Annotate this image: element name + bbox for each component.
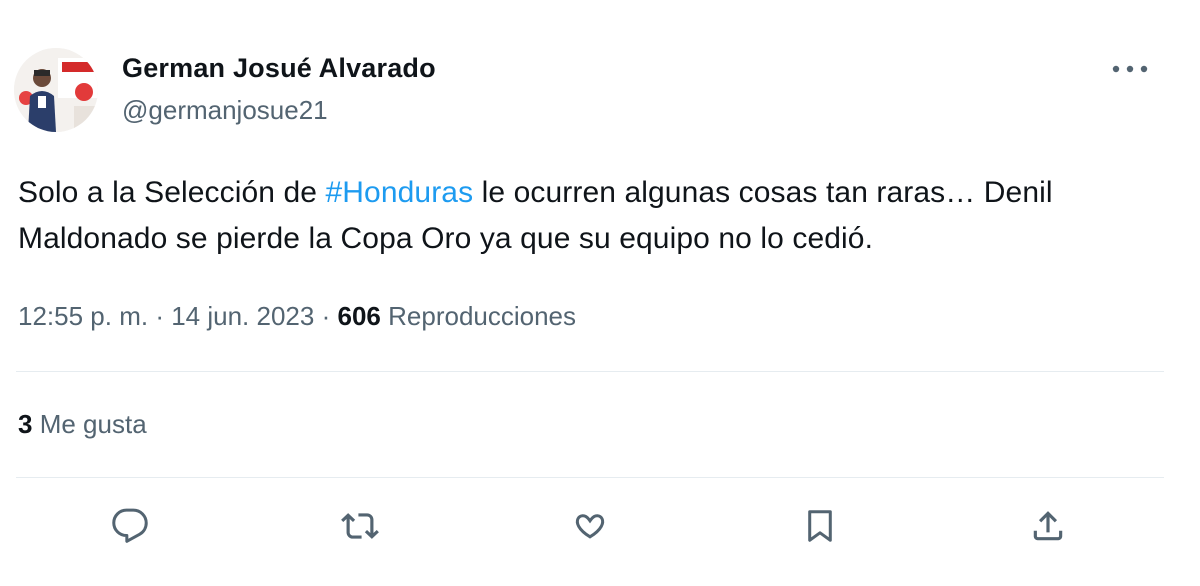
like-button[interactable]	[564, 500, 616, 552]
meta-separator: ·	[155, 301, 164, 331]
avatar-photo	[14, 48, 98, 132]
share-icon	[1033, 511, 1063, 541]
retweet-button[interactable]	[334, 500, 386, 552]
reply-icon	[112, 508, 148, 543]
heart-icon	[575, 514, 605, 539]
avatar[interactable]	[14, 48, 98, 132]
meta-separator: ·	[321, 301, 331, 331]
tweet-time[interactable]: 12:55 p. m.	[18, 301, 148, 331]
likes-count: 3	[18, 409, 33, 439]
tweet-card: German Josué Alvarado @germanjosue21 Sol…	[0, 0, 1200, 586]
bookmark-button[interactable]	[794, 500, 846, 552]
tweet-text-before: Solo a la Selección de	[18, 176, 326, 209]
bookmark-icon	[808, 510, 832, 542]
author-display-name[interactable]: German Josué Alvarado	[122, 50, 436, 86]
hashtag-link[interactable]: #Honduras	[326, 176, 474, 209]
views-count: 606	[337, 301, 381, 331]
share-button[interactable]	[1022, 500, 1074, 552]
retweet-icon	[341, 513, 379, 539]
action-bar	[0, 500, 1200, 552]
tweet-meta: 12:55 p. m. · 14 jun. 2023 · 606 Reprodu…	[18, 296, 576, 336]
author-block: German Josué Alvarado @germanjosue21	[122, 50, 436, 128]
views-label: Reproducciones	[388, 301, 577, 331]
divider	[16, 371, 1164, 372]
author-handle[interactable]: @germanjosue21	[122, 92, 436, 128]
more-icon	[1112, 65, 1148, 73]
tweet-text: Solo a la Selección de #Honduras le ocur…	[18, 170, 1168, 262]
likes-label: Me gusta	[39, 409, 147, 439]
divider	[16, 477, 1164, 478]
reply-button[interactable]	[104, 500, 156, 552]
tweet-date[interactable]: 14 jun. 2023	[171, 301, 314, 331]
more-options-button[interactable]	[1110, 56, 1150, 82]
likes-link[interactable]: 3 Me gusta	[18, 404, 147, 444]
